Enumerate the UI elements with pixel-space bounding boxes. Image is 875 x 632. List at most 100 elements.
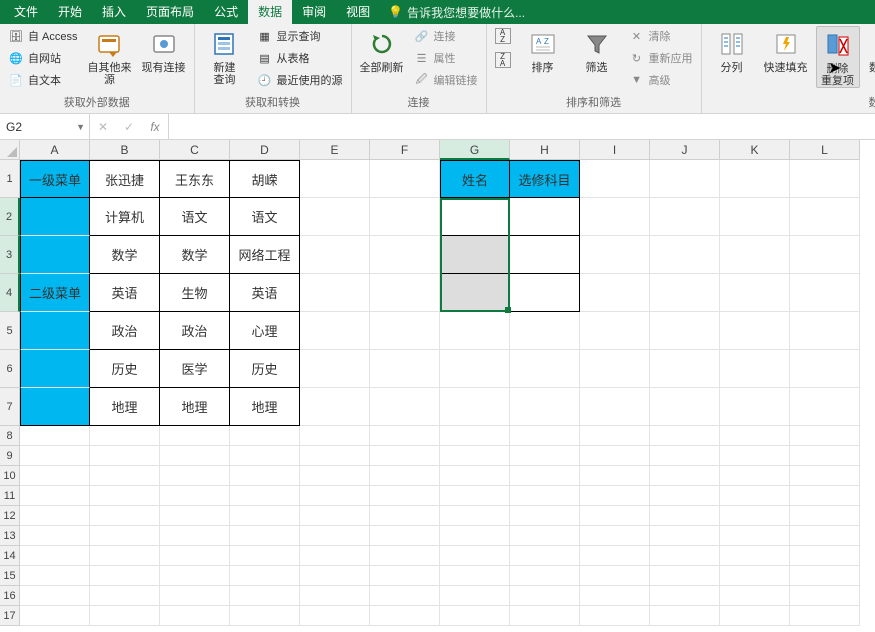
cell[interactable] (300, 236, 370, 274)
cell[interactable]: 英语 (230, 274, 300, 312)
from-other-sources-button[interactable]: 自其他来源 (86, 26, 134, 86)
cell[interactable] (510, 526, 580, 546)
formula-enter-button[interactable]: ✓ (116, 120, 142, 134)
cell[interactable] (720, 446, 790, 466)
cell[interactable] (370, 586, 440, 606)
cell[interactable]: 生物 (160, 274, 230, 312)
cell[interactable]: 选修科目 (510, 160, 580, 198)
cell[interactable] (90, 606, 160, 626)
cell[interactable] (720, 566, 790, 586)
sort-desc-button[interactable]: ZA (493, 50, 513, 70)
cell[interactable] (370, 426, 440, 446)
row-header[interactable]: 3 (0, 236, 20, 274)
row-header[interactable]: 2 (0, 198, 20, 236)
flash-fill-button[interactable]: 快速填充 (762, 26, 810, 74)
filter-button[interactable]: 筛选 (573, 26, 621, 74)
cell[interactable] (580, 160, 650, 198)
cell[interactable] (650, 586, 720, 606)
cell[interactable] (790, 388, 860, 426)
cell[interactable] (440, 198, 510, 236)
refresh-all-button[interactable]: 全部刷新 (358, 26, 406, 74)
cell[interactable] (580, 312, 650, 350)
cell[interactable] (370, 388, 440, 426)
row-header[interactable]: 12 (0, 506, 20, 526)
new-query-button[interactable]: 新建 查询 (201, 26, 249, 86)
cell[interactable] (440, 566, 510, 586)
cell[interactable] (300, 466, 370, 486)
from-access-button[interactable]: 🗄自 Access (6, 26, 80, 46)
remove-duplicates-button[interactable]: 删除 重复项 (816, 26, 860, 88)
cell[interactable] (370, 312, 440, 350)
properties-button[interactable]: ☰属性 (412, 48, 480, 68)
cell[interactable] (720, 350, 790, 388)
cell[interactable] (370, 606, 440, 626)
cell[interactable] (440, 446, 510, 466)
cell[interactable] (300, 506, 370, 526)
cell[interactable] (720, 606, 790, 626)
cell[interactable] (370, 566, 440, 586)
cell[interactable] (160, 466, 230, 486)
cell[interactable] (90, 586, 160, 606)
cell[interactable] (20, 446, 90, 466)
cell[interactable]: 历史 (230, 350, 300, 388)
cell[interactable] (510, 236, 580, 274)
cell[interactable] (790, 274, 860, 312)
name-box-dropdown-icon[interactable]: ▼ (76, 122, 85, 132)
col-header[interactable]: B (90, 140, 160, 160)
cell[interactable] (650, 526, 720, 546)
cell[interactable]: 网络工程 (230, 236, 300, 274)
row-header[interactable]: 11 (0, 486, 20, 506)
cell[interactable] (510, 198, 580, 236)
formula-input[interactable] (169, 114, 875, 139)
cell[interactable] (580, 466, 650, 486)
cell[interactable] (20, 506, 90, 526)
row-header[interactable]: 17 (0, 606, 20, 626)
tab-file[interactable]: 文件 (4, 0, 48, 24)
cell[interactable] (510, 274, 580, 312)
cell[interactable] (440, 466, 510, 486)
cell[interactable] (230, 486, 300, 506)
cell[interactable] (650, 160, 720, 198)
cell[interactable] (230, 546, 300, 566)
cell[interactable] (790, 606, 860, 626)
cell[interactable] (580, 526, 650, 546)
from-text-button[interactable]: 📄自文本 (6, 70, 80, 90)
recent-sources-button[interactable]: 🕘最近使用的源 (255, 70, 345, 90)
cell[interactable] (790, 426, 860, 446)
cell[interactable]: 政治 (160, 312, 230, 350)
cell[interactable] (370, 350, 440, 388)
row-header[interactable]: 14 (0, 546, 20, 566)
cell[interactable] (720, 312, 790, 350)
connections-button[interactable]: 🔗连接 (412, 26, 480, 46)
cell[interactable]: 英语 (90, 274, 160, 312)
cell[interactable]: 语文 (230, 198, 300, 236)
tab-insert[interactable]: 插入 (92, 0, 136, 24)
cell[interactable] (720, 426, 790, 446)
cell[interactable] (580, 586, 650, 606)
tab-home[interactable]: 开始 (48, 0, 92, 24)
cell[interactable] (440, 350, 510, 388)
cell[interactable] (440, 526, 510, 546)
cell[interactable] (510, 466, 580, 486)
cell[interactable] (790, 546, 860, 566)
col-header[interactable]: G (440, 140, 510, 160)
cell[interactable] (90, 446, 160, 466)
cell[interactable] (300, 350, 370, 388)
cell[interactable] (510, 586, 580, 606)
cell[interactable] (370, 466, 440, 486)
cell[interactable] (720, 198, 790, 236)
cell[interactable] (580, 236, 650, 274)
cell[interactable] (160, 586, 230, 606)
cell[interactable]: 政治 (90, 312, 160, 350)
cell[interactable] (370, 274, 440, 312)
cell[interactable]: 医学 (160, 350, 230, 388)
sort-button[interactable]: AZ 排序 (519, 26, 567, 74)
row-header[interactable]: 13 (0, 526, 20, 546)
cell[interactable] (650, 606, 720, 626)
col-header[interactable]: A (20, 140, 90, 160)
cell[interactable] (790, 466, 860, 486)
cell[interactable] (510, 506, 580, 526)
cell[interactable] (510, 546, 580, 566)
cell[interactable] (90, 466, 160, 486)
cell[interactable] (580, 486, 650, 506)
